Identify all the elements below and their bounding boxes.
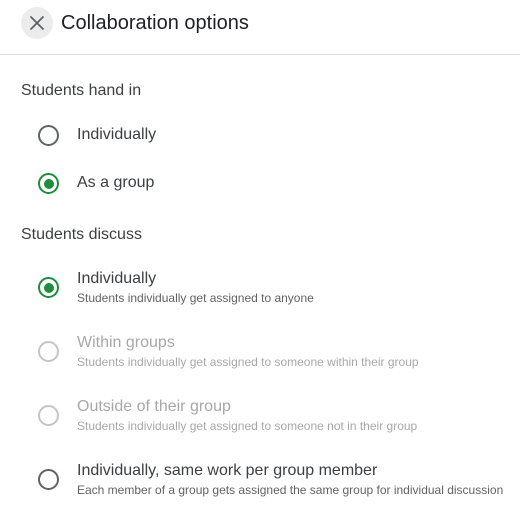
option-label: Outside of their group (77, 398, 231, 415)
option-description: Students individually get assigned to an… (77, 291, 314, 305)
discuss-same-work-radio[interactable] (38, 469, 59, 490)
hand-in-as-group-radio[interactable] (38, 173, 59, 194)
close-button[interactable] (21, 7, 53, 39)
discuss-outside-group-radio (38, 405, 59, 426)
option-description: Students individually get assigned to so… (77, 419, 418, 433)
dialog-header: Collaboration options (0, 0, 520, 55)
option-description: Students individually get assigned to so… (77, 355, 419, 369)
close-icon (30, 16, 44, 30)
discuss-individually-radio[interactable] (38, 277, 59, 298)
discuss-section-label: Students discuss (21, 226, 142, 243)
option-label: As a group (77, 174, 155, 191)
option-description: Each member of a group gets assigned the… (77, 483, 504, 497)
option-label: Individually (77, 270, 157, 287)
option-label: Within groups (77, 334, 175, 351)
dialog-title: Collaboration options (61, 12, 249, 34)
option-label: Individually (77, 126, 157, 143)
discuss-within-groups-radio (38, 341, 59, 362)
hand-in-section-label: Students hand in (21, 82, 142, 99)
hand-in-individually-radio[interactable] (38, 125, 59, 146)
option-label: Individually, same work per group member (77, 462, 378, 479)
